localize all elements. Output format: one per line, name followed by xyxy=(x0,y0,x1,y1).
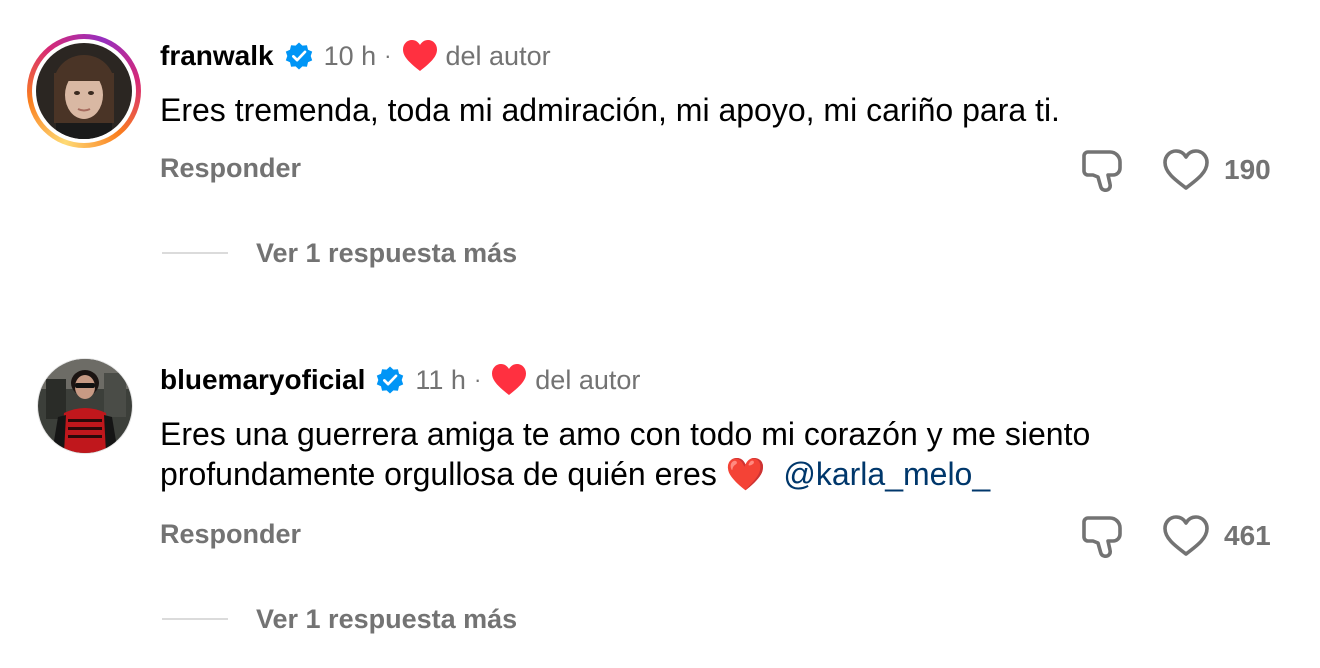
comment-actions: 461 xyxy=(1080,508,1282,564)
like-count: 190 xyxy=(1224,154,1271,185)
heart-emoji: ❤️ xyxy=(725,456,766,492)
separator-dot: · xyxy=(473,367,482,392)
view-more-replies-label: Ver 1 respuesta más xyxy=(256,237,518,268)
timestamp: 10 h xyxy=(323,40,377,71)
heart-outline-icon[interactable] xyxy=(1162,148,1210,192)
author-liked-label: del autor xyxy=(445,40,551,71)
comment-text: Eres tremenda, toda mi admiración, mi ap… xyxy=(160,90,1270,130)
heart-filled-icon xyxy=(492,364,527,395)
comment-actions: 190 xyxy=(1080,142,1282,198)
view-more-replies[interactable]: Ver 1 respuesta más xyxy=(162,235,517,271)
comment-header: bluemaryoficial 11 h · del autor xyxy=(160,360,640,400)
username[interactable]: franwalk xyxy=(160,40,274,72)
like-count: 461 xyxy=(1224,520,1271,551)
view-more-replies[interactable]: Ver 1 respuesta más xyxy=(162,601,517,637)
avatar[interactable] xyxy=(37,358,133,454)
reply-button[interactable]: Responder xyxy=(160,519,301,550)
heart-outline-icon[interactable] xyxy=(1162,514,1210,558)
thread-divider xyxy=(162,252,228,254)
verified-badge-icon xyxy=(285,42,312,70)
thread-divider xyxy=(162,618,228,620)
reply-button[interactable]: Responder xyxy=(160,153,301,184)
author-liked-label: del autor xyxy=(535,364,641,395)
comment-text: Eres una guerrera amiga te amo con todo … xyxy=(160,414,1280,494)
thumbs-down-icon[interactable] xyxy=(1080,512,1126,560)
avatar-story-ring[interactable] xyxy=(27,34,141,148)
separator-dot: · xyxy=(384,43,392,68)
username[interactable]: bluemaryoficial xyxy=(160,364,365,396)
mention-link[interactable]: @karla_melo_ xyxy=(783,456,990,492)
comment-body: Eres tremenda, toda mi admiración, mi ap… xyxy=(160,92,1060,128)
verified-badge-icon xyxy=(377,366,404,394)
view-more-replies-label: Ver 1 respuesta más xyxy=(256,603,518,634)
avatar xyxy=(36,43,132,139)
timestamp: 11 h xyxy=(415,364,466,395)
comment-header: franwalk 10 h · del autor xyxy=(160,36,551,76)
thumbs-down-icon[interactable] xyxy=(1080,146,1126,194)
heart-filled-icon xyxy=(402,40,437,71)
